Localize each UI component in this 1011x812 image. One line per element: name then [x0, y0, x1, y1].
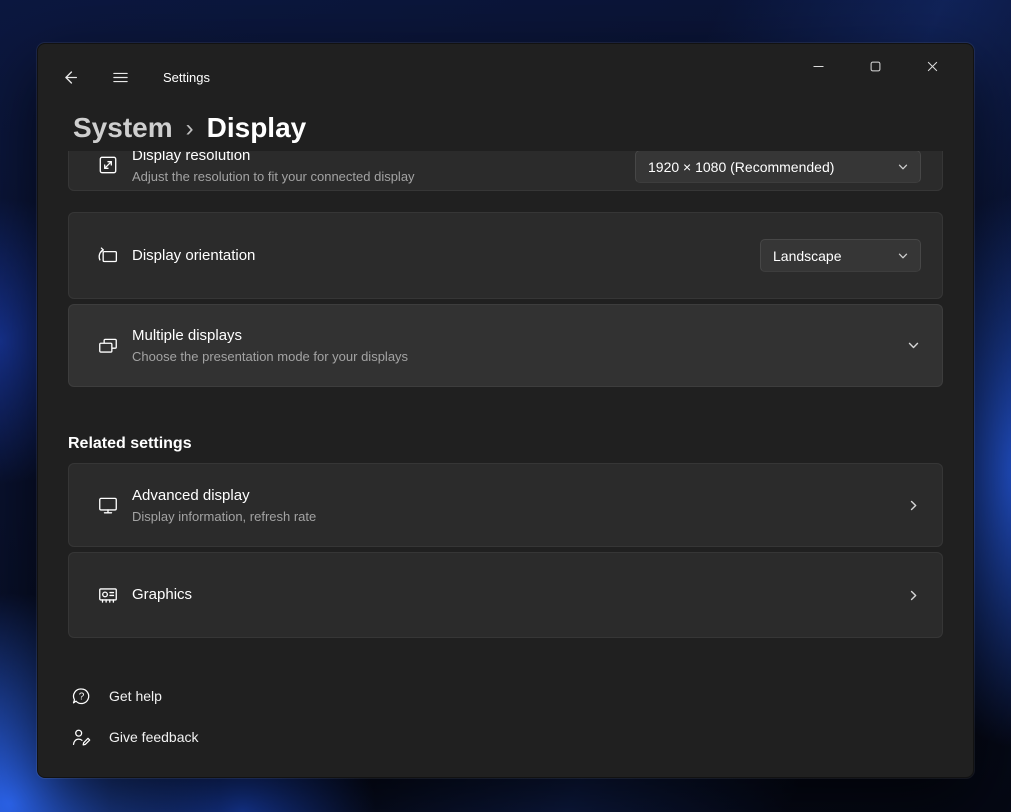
graphics-icon	[97, 584, 119, 606]
chevron-down-icon	[905, 338, 921, 354]
breadcrumb: System › Display	[73, 108, 306, 148]
display-orientation-title: Display orientation	[132, 247, 760, 265]
advanced-display-title: Advanced display	[132, 487, 905, 505]
multiple-displays-title: Multiple displays	[132, 327, 905, 345]
chevron-right-icon	[905, 497, 921, 513]
close-button[interactable]	[909, 49, 955, 83]
help-bubble-icon: ?	[71, 686, 92, 707]
titlebar-nav: Settings	[52, 60, 210, 94]
question-mark-glyph: ?	[79, 691, 85, 702]
display-resolution-icon	[97, 154, 119, 176]
related-settings-header: Related settings	[68, 434, 943, 454]
graphics-row[interactable]: Graphics	[68, 552, 943, 638]
advanced-display-icon	[97, 494, 119, 516]
display-orientation-texts: Display orientation	[132, 247, 760, 265]
multiple-displays-icon	[97, 335, 119, 357]
display-resolution-title: Display resolution	[132, 151, 635, 165]
advanced-display-subtitle: Display information, refresh rate	[132, 509, 905, 524]
hamburger-icon	[112, 69, 129, 86]
display-orientation-row: Display orientation Landscape	[68, 212, 943, 299]
multiple-displays-row[interactable]: Multiple displays Choose the presentatio…	[68, 304, 943, 387]
footer-links: ? Get help Give feedback	[71, 683, 943, 750]
minimize-button[interactable]	[795, 49, 841, 83]
resolution-dropdown[interactable]: 1920 × 1080 (Recommended)	[635, 151, 921, 183]
display-orientation-icon	[97, 245, 119, 267]
display-resolution-subtitle: Adjust the resolution to fit your connec…	[132, 169, 635, 184]
close-icon	[927, 61, 938, 72]
get-help-label: Get help	[109, 688, 162, 704]
display-resolution-row: Display resolution Adjust the resolution…	[68, 151, 943, 191]
hamburger-menu-button[interactable]	[102, 60, 138, 94]
page-title: Display	[207, 109, 307, 147]
settings-window: Settings	[37, 43, 974, 778]
advanced-display-texts: Advanced display Display information, re…	[132, 487, 905, 524]
titlebar: Settings	[38, 44, 973, 108]
give-feedback-link[interactable]: Give feedback	[71, 724, 199, 750]
orientation-dropdown-value: Landscape	[773, 248, 842, 264]
breadcrumb-system[interactable]: System	[73, 109, 173, 147]
back-arrow-icon	[62, 69, 79, 86]
chevron-down-icon	[887, 161, 909, 173]
graphics-title: Graphics	[132, 586, 905, 604]
window-controls	[795, 49, 955, 83]
multiple-displays-subtitle: Choose the presentation mode for your di…	[132, 349, 905, 364]
chevron-down-icon	[887, 250, 909, 262]
desktop-wallpaper: Settings	[0, 0, 1011, 812]
give-feedback-label: Give feedback	[109, 729, 199, 745]
back-button[interactable]	[52, 60, 88, 94]
display-resolution-texts: Display resolution Adjust the resolution…	[132, 151, 635, 184]
maximize-button[interactable]	[852, 49, 898, 83]
maximize-icon	[870, 61, 881, 72]
graphics-texts: Graphics	[132, 586, 905, 604]
get-help-link[interactable]: ? Get help	[71, 683, 162, 709]
advanced-display-row[interactable]: Advanced display Display information, re…	[68, 463, 943, 547]
chevron-right-icon	[905, 587, 921, 603]
minimize-icon	[813, 61, 824, 72]
breadcrumb-separator-icon: ›	[186, 108, 194, 148]
resolution-dropdown-value: 1920 × 1080 (Recommended)	[648, 159, 834, 175]
multiple-displays-texts: Multiple displays Choose the presentatio…	[132, 327, 905, 364]
settings-content: Display resolution Adjust the resolution…	[38, 151, 973, 777]
orientation-dropdown[interactable]: Landscape	[760, 239, 921, 272]
app-title: Settings	[163, 70, 210, 85]
feedback-icon	[71, 727, 92, 748]
